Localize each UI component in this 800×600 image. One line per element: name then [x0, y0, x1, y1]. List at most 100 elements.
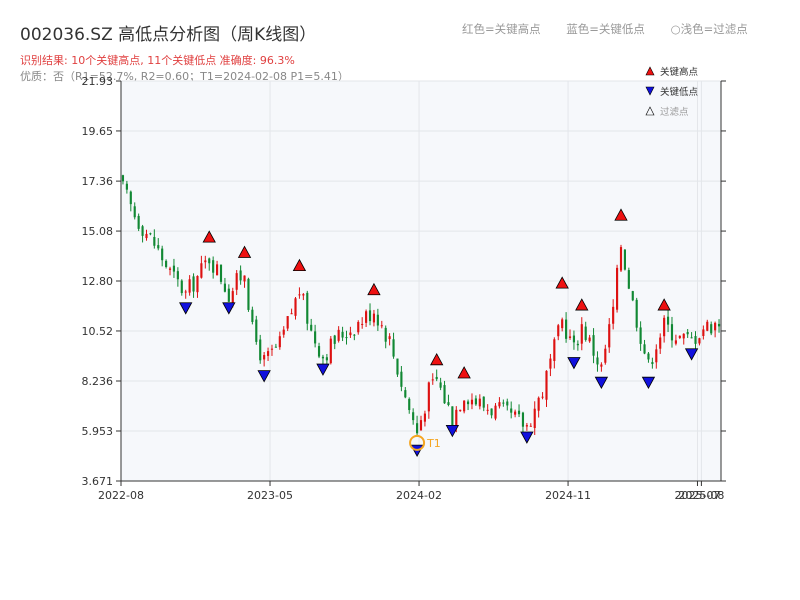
candle-body [580, 324, 583, 344]
candle-body [619, 247, 623, 271]
candle-body [365, 311, 368, 323]
candle-body [529, 425, 532, 427]
candle-body [247, 278, 250, 310]
x-tick-label: 2022-08 [98, 489, 144, 502]
candle-body [270, 348, 274, 350]
candle-body [541, 396, 544, 398]
candle-body [702, 329, 705, 336]
candle-body [161, 248, 164, 261]
candle-body [141, 226, 144, 236]
y-tick-label: 10.52 [82, 325, 114, 338]
candle-body [561, 319, 564, 329]
candle-body [396, 358, 399, 375]
candle-body [447, 402, 450, 406]
candle-body [647, 353, 650, 360]
candle-body [600, 364, 603, 367]
candle-body [239, 270, 242, 281]
candle-body [278, 336, 281, 348]
candle-body [423, 413, 426, 422]
x-tick-label: 2025-08 [678, 489, 724, 502]
candle-body [302, 294, 305, 296]
candle-body [627, 270, 630, 289]
candle-body [514, 411, 517, 415]
y-tick-label: 8.236 [82, 375, 114, 388]
candle-body [533, 408, 536, 429]
y-tick-label: 19.65 [82, 125, 114, 138]
candle-body [557, 325, 560, 337]
candle-body [345, 337, 348, 339]
candle-body [510, 408, 513, 413]
candle-body [459, 409, 462, 412]
candle-body [361, 323, 364, 325]
candle-body [717, 323, 721, 327]
candle-body [376, 314, 379, 326]
candle-body [678, 335, 681, 338]
candle-body [616, 267, 619, 310]
candle-body [470, 399, 474, 405]
candle-body [565, 319, 568, 339]
candle-body [416, 423, 419, 434]
candle-body [443, 385, 446, 404]
candle-body [710, 324, 713, 334]
candle-body [572, 335, 576, 343]
candle-body [643, 344, 646, 354]
legend-high-label: 关键高点 [660, 66, 699, 78]
candle-body [325, 357, 328, 361]
y-tick-label: 12.80 [82, 275, 114, 288]
candle-body [266, 351, 270, 356]
legend-filtered-label: 过滤点 [660, 106, 689, 118]
candle-body [357, 321, 360, 333]
legend-high-icon [645, 66, 655, 76]
candle-body [549, 358, 552, 369]
candle-body [208, 258, 211, 264]
candle-body [419, 420, 423, 431]
candle-body [235, 273, 238, 290]
candle-body [380, 325, 383, 327]
candle-body [506, 401, 509, 406]
candle-body [576, 343, 579, 346]
candle-body [149, 233, 152, 235]
candle-body [317, 346, 321, 357]
candle-body [482, 396, 485, 408]
x-tick-label: 2023-05 [247, 489, 293, 502]
candle-body [412, 412, 415, 421]
candle-body [200, 263, 203, 278]
candle-body [306, 292, 309, 324]
candle-body [251, 309, 254, 322]
candle-body [255, 319, 258, 342]
candle-body [333, 335, 336, 344]
candle-body [592, 335, 595, 356]
candle-body [165, 260, 168, 267]
candle-body [431, 379, 434, 381]
candle-body [274, 346, 277, 348]
candle-body [502, 402, 505, 404]
candle-body [651, 362, 654, 365]
candle-body [635, 299, 638, 328]
candle-body [490, 408, 493, 416]
candle-body [568, 336, 572, 338]
candle-body [655, 349, 658, 363]
candle-body [435, 376, 438, 380]
candle-body [259, 339, 262, 361]
candle-body [545, 370, 548, 400]
candle-body [176, 271, 179, 280]
candle-body [706, 321, 709, 331]
candle-body [329, 338, 332, 364]
candle-body [290, 313, 293, 315]
candle-body [404, 390, 407, 398]
candle-body [596, 357, 599, 365]
candle-body [282, 329, 285, 335]
candle-body [298, 294, 301, 296]
candle-body [129, 191, 132, 205]
candle-body [714, 322, 717, 331]
candle-body [219, 264, 223, 282]
candle-body [223, 283, 226, 292]
candle-body [188, 279, 191, 293]
candle-body [192, 276, 195, 292]
candle-body [392, 339, 395, 357]
candle-body [494, 405, 497, 419]
candle-body [666, 316, 670, 325]
candle-body [168, 268, 172, 270]
candle-body [690, 337, 693, 339]
candle-body [153, 236, 156, 246]
